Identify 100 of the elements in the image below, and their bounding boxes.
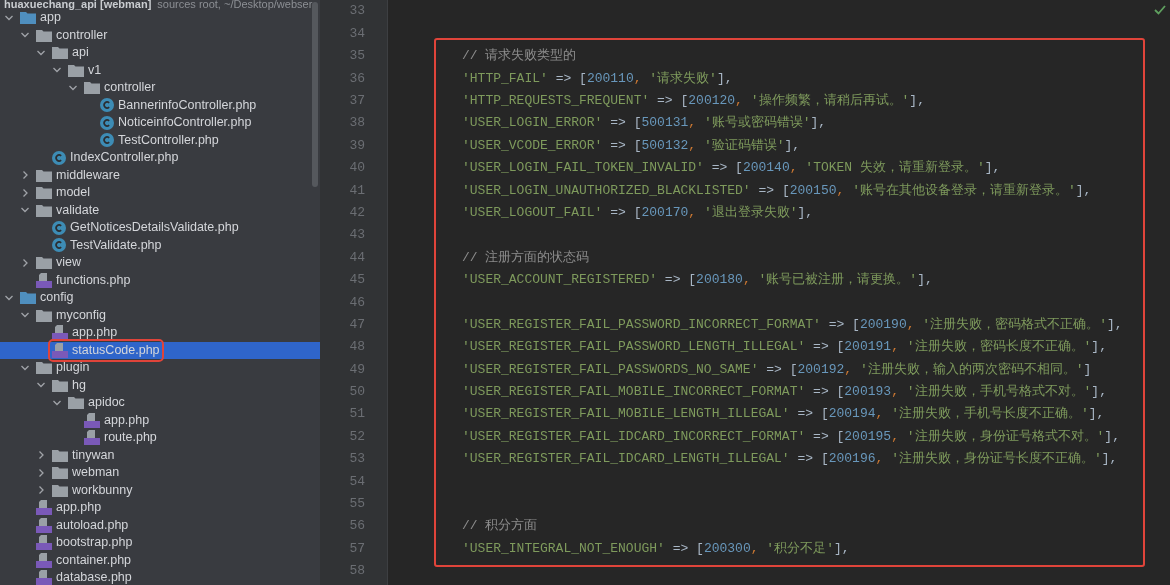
tree-item[interactable]: api — [0, 44, 320, 62]
line-number: 35 — [349, 47, 365, 66]
chevron-right-icon[interactable] — [36, 450, 46, 461]
line-number: 34 — [349, 24, 365, 43]
tree-item[interactable]: app.php — [0, 324, 320, 342]
code-line: 'USER_REGISTER_FAIL_PASSWORD_LENGTH_ILLEGAL' => [200191, '注册失败，密码长度不正确。'], — [462, 338, 1107, 357]
code-line: 'USER_REGISTER_FAIL_PASSWORDS_NO_SAME' => [200192, '注册失败，输入的两次密码不相同。'] — [462, 360, 1092, 379]
tree-item-label: GetNoticesDetailsValidate.php — [70, 219, 239, 237]
tree-item[interactable]: config — [0, 289, 320, 307]
folder-icon — [36, 361, 52, 375]
tree-item-label: controller — [56, 26, 108, 44]
code-line: 'HTTP_REQUESTS_FREQUENT' => [200120, '操作频繁，请稍后再试。'], — [462, 92, 925, 110]
tree-item-label: app.php — [104, 411, 150, 429]
tree-item[interactable]: autoload.php — [0, 516, 320, 534]
php-file-icon — [36, 517, 52, 533]
tree-item[interactable]: GetNoticesDetailsValidate.php — [0, 219, 320, 237]
tree-item-label: app.php — [56, 499, 102, 517]
folder-icon — [36, 168, 52, 182]
folder-icon — [52, 483, 68, 497]
tree-item[interactable]: BannerinfoController.php — [0, 96, 320, 114]
tree-item[interactable]: apidoc — [0, 394, 320, 412]
tree-item[interactable]: view — [0, 254, 320, 272]
code-line: 'USER_LOGIN_UNAUTHORIZED_BLACKLISTED' => [200150, '账号在其他设备登录，请重新登录。'], — [462, 181, 1092, 200]
class-icon — [52, 150, 66, 165]
class-icon — [100, 115, 114, 130]
line-number: 54 — [349, 472, 365, 491]
chevron-right-icon[interactable] — [36, 485, 46, 496]
tree-item[interactable]: database.php — [0, 569, 320, 585]
line-number: 56 — [349, 517, 365, 536]
line-number: 49 — [349, 360, 365, 379]
tree-item[interactable]: app — [0, 9, 320, 27]
tree-item-label: workbunny — [72, 481, 133, 499]
tree-item[interactable]: IndexController.php — [0, 149, 320, 167]
tree-item-label: BannerinfoController.php — [118, 96, 257, 114]
php-file-icon — [84, 430, 100, 446]
chevron-right-icon[interactable] — [20, 187, 30, 198]
tree-item-label: model — [56, 184, 91, 202]
tree-item[interactable]: TestController.php — [0, 131, 320, 149]
tree-item[interactable]: myconfig — [0, 306, 320, 324]
php-file-icon — [36, 552, 52, 568]
code-line: 'USER_INTEGRAL_NOT_ENOUGH' => [200300, '积分不足'], — [462, 539, 850, 558]
tree-item[interactable]: TestValidate.php — [0, 236, 320, 254]
line-number: 44 — [349, 248, 365, 267]
class-icon — [52, 220, 66, 235]
tree-item[interactable]: statusCode.php — [0, 341, 320, 359]
tree-item-label: myconfig — [56, 306, 107, 324]
tree-item[interactable]: controller — [0, 79, 320, 97]
tree-item[interactable]: app.php — [0, 499, 320, 517]
code-line: 'USER_VCODE_ERROR' => [500132, '验证码错误'], — [462, 136, 801, 155]
tree-item[interactable]: route.php — [0, 429, 320, 447]
tree-item[interactable]: webman — [0, 464, 320, 482]
tree-item[interactable]: NoticeinfoController.php — [0, 114, 320, 132]
folder-icon — [20, 291, 36, 305]
tree-item[interactable]: model — [0, 184, 320, 202]
tree-item-label: controller — [104, 79, 156, 97]
folder-icon — [68, 63, 84, 77]
tree-item[interactable]: controller — [0, 26, 320, 44]
folder-icon — [36, 28, 52, 42]
tree-item-label: TestValidate.php — [70, 236, 162, 254]
tree-item[interactable]: hg — [0, 376, 320, 394]
php-file-icon — [36, 500, 52, 516]
line-number: 42 — [349, 203, 365, 222]
line-number: 58 — [349, 562, 365, 581]
tree-item-label: container.php — [56, 551, 132, 569]
code-comment: // 请求失败类型的 — [462, 47, 577, 66]
tree-item-label: app — [40, 10, 61, 27]
line-number: 41 — [349, 181, 365, 200]
chevron-right-icon[interactable] — [20, 170, 30, 181]
php-file-icon — [52, 342, 68, 358]
chevron-right-icon[interactable] — [36, 467, 46, 478]
tree-item-label: plugin — [56, 359, 90, 377]
tree-item[interactable]: plugin — [0, 359, 320, 377]
line-number: 39 — [349, 136, 365, 155]
folder-icon — [52, 378, 68, 392]
line-number: 38 — [349, 114, 365, 133]
code-line: 'USER_REGISTER_FAIL_IDCARD_LENGTH_ILLEGAL' => [200196, '注册失败，身份证号长度不正确。'], — [462, 450, 1118, 469]
tree-item-label: TestController.php — [118, 131, 219, 149]
code-line: 'USER_REGISTER_FAIL_PASSWORD_INCORRECT_FORMAT' => [200190, '注册失败，密码格式不正确。'], — [462, 315, 1123, 334]
tree-item-label: config — [40, 289, 74, 307]
tree-item-label: database.php — [56, 569, 132, 585]
tree-item-label: bootstrap.php — [56, 534, 133, 552]
line-number: 37 — [349, 92, 365, 110]
scrollbar-thumb[interactable] — [312, 2, 318, 187]
line-number: 48 — [349, 338, 365, 357]
tree-item-label: statusCode.php — [72, 341, 160, 359]
class-icon — [100, 133, 114, 148]
tree-item[interactable]: tinywan — [0, 446, 320, 464]
tree-item[interactable]: container.php — [0, 551, 320, 569]
tree-item-label: IndexController.php — [70, 149, 179, 167]
tree-item[interactable]: bootstrap.php — [0, 534, 320, 552]
tree-item[interactable]: app.php — [0, 411, 320, 429]
line-number: 33 — [349, 2, 365, 21]
tree-item[interactable]: middleware — [0, 166, 320, 184]
chevron-right-icon[interactable] — [20, 257, 30, 268]
tree-item[interactable]: validate — [0, 201, 320, 219]
tree-item[interactable]: workbunny — [0, 481, 320, 499]
tree-item[interactable]: functions.php — [0, 271, 320, 289]
line-number: 50 — [349, 383, 365, 402]
tree-item[interactable]: v1 — [0, 61, 320, 79]
code-line: 'USER_LOGIN_ERROR' => [500131, '账号或密码错误'], — [462, 114, 827, 133]
